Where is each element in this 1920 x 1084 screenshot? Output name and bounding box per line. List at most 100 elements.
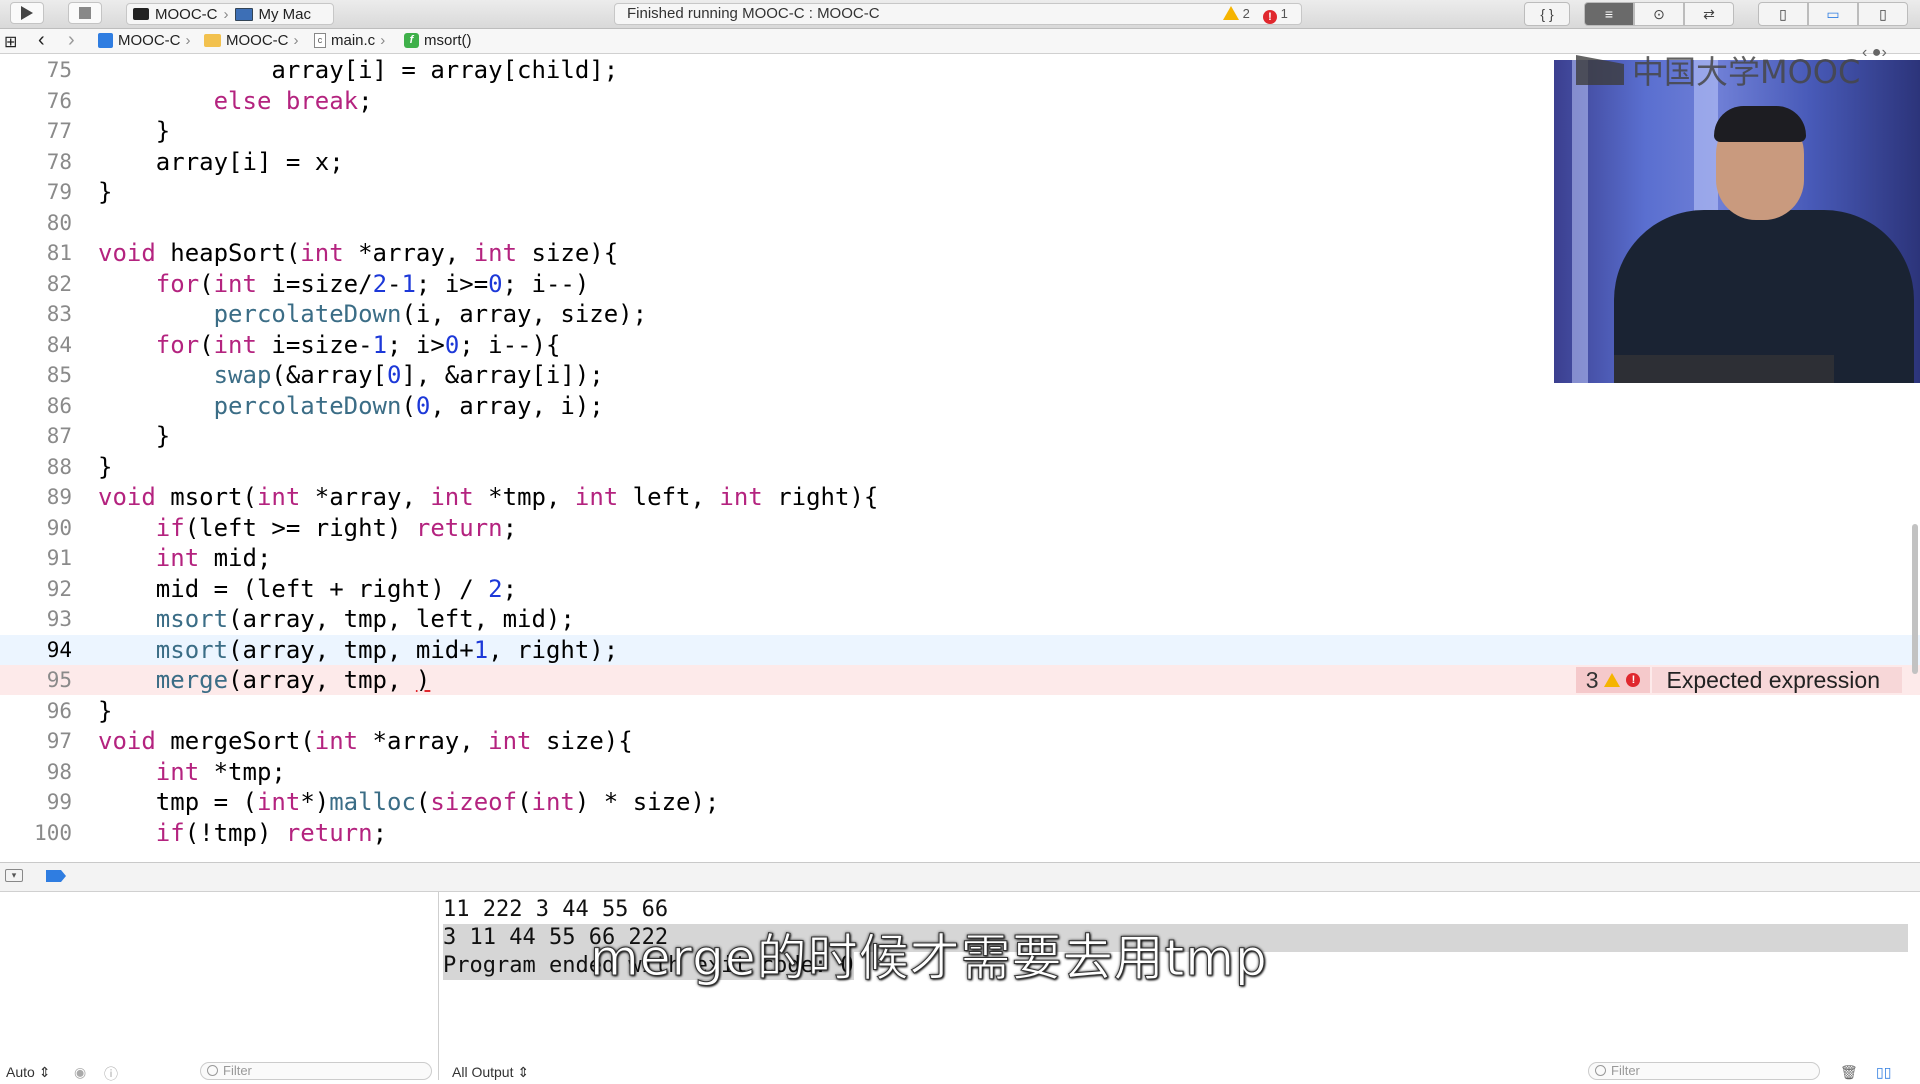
code-line[interactable]: 87 } [0, 421, 1920, 451]
scheme-selector[interactable]: MOOC-C › My Mac [126, 3, 334, 25]
code-text: } [98, 116, 170, 146]
breadcrumb-project[interactable]: MOOC-C › [98, 32, 191, 49]
code-token: void [98, 727, 156, 755]
utilities-toggle[interactable]: ▯ [1858, 2, 1908, 26]
breadcrumb-function[interactable]: f msort() [404, 32, 472, 49]
lines-icon: ≡ [1604, 6, 1614, 22]
run-button[interactable] [10, 2, 44, 24]
editor-scrollbar[interactable] [1912, 524, 1918, 674]
code-token: tmp = ( [98, 788, 257, 816]
warning-count: 2 [1242, 6, 1250, 21]
console-filter-field[interactable]: Filter [1588, 1062, 1820, 1080]
breadcrumb-label: main.c [331, 32, 376, 49]
code-token: 0 [488, 269, 503, 298]
debug-bottom-bar: Auto ⇕ ◉ ⓘ Filter All Output ⇕ Filter 🗑 … [0, 1062, 1920, 1082]
code-line[interactable]: 93 msort(array, tmp, left, mid); [0, 604, 1920, 634]
code-line[interactable]: 94 msort(array, tmp, mid+1, right); [0, 634, 1920, 665]
code-line[interactable]: 95 merge(array, tmp, ) 3! Expected express… [0, 665, 1920, 695]
breadcrumb-separator: › [293, 32, 299, 49]
code-token: ; [502, 574, 518, 603]
split-view-icon[interactable]: ▯▯ [1876, 1064, 1891, 1081]
line-number: 77 [46, 119, 72, 143]
breakpoints-toggle-icon[interactable] [46, 870, 66, 882]
breadcrumb-label: MOOC-C [118, 32, 181, 49]
code-line[interactable]: 92 mid = (left + right) / 2; [0, 574, 1920, 604]
breadcrumb-separator: › [380, 32, 386, 49]
forward-button[interactable]: › [68, 29, 75, 52]
right-panel-icon: ▯ [1879, 5, 1887, 22]
variables-view [0, 892, 439, 1080]
output-select[interactable]: All Output ⇕ [452, 1064, 529, 1081]
trash-icon[interactable]: 🗑 [1840, 1064, 1858, 1081]
code-line[interactable]: 96} [0, 696, 1920, 726]
debug-area-toggle[interactable]: ▭ [1808, 2, 1858, 26]
code-token: msort [155, 605, 229, 633]
code-token: for [155, 330, 200, 359]
line-number: 83 [46, 302, 72, 326]
code-token: size){ [531, 727, 633, 755]
breadcrumb-group[interactable]: MOOC-C › [204, 32, 299, 49]
code-line[interactable]: 100 if(!tmp) return; [0, 818, 1920, 848]
code-token: ( [401, 391, 416, 420]
code-line[interactable]: 90 if(left >= right) return; [0, 513, 1920, 543]
warning-counter[interactable]: 2 [1223, 4, 1250, 24]
code-token: 0 [444, 330, 460, 359]
code-text: percolateDown(i, array, size); [98, 299, 647, 329]
code-token: int [473, 239, 518, 267]
code-token: if [155, 818, 185, 847]
line-number: 86 [46, 393, 72, 418]
info-icon[interactable]: ⓘ [104, 1064, 118, 1084]
code-line[interactable]: 88} [0, 452, 1920, 482]
breadcrumb-file[interactable]: c main.c › [314, 32, 385, 49]
code-line[interactable]: 98 int *tmp; [0, 757, 1920, 787]
code-token: - [387, 269, 402, 298]
lecturer-video [1554, 60, 1920, 383]
inline-issue-banner[interactable]: 3! Expected expression [1575, 667, 1902, 693]
arrows-icon: ⇄ [1703, 5, 1715, 22]
code-line[interactable]: 91 int mid; [0, 543, 1920, 573]
code-line[interactable]: 89 void msort(int *array, int *tmp, int l… [0, 482, 1920, 512]
line-number: 76 [46, 88, 72, 113]
code-text: msort(array, tmp, mid+1, right); [98, 635, 618, 665]
hide-debug-area-button[interactable]: ▾ [5, 869, 23, 882]
stop-button[interactable] [68, 2, 102, 24]
line-number: 99 [46, 790, 72, 814]
code-token: *array, [358, 727, 489, 755]
code-line[interactable]: 86 percolateDown(0, array, i); [0, 391, 1920, 421]
error-icon: ! [1626, 673, 1641, 687]
navigator-toggle[interactable]: ▯ [1758, 2, 1808, 26]
library-button[interactable]: { } [1524, 2, 1570, 26]
error-counter[interactable]: ! 1 [1263, 4, 1288, 24]
issue-navigator-arrows[interactable]: ‹ ●› [1862, 44, 1887, 62]
laptop [1614, 355, 1834, 383]
code-token: (array, tmp, [228, 666, 416, 694]
line-number: 79 [46, 180, 72, 204]
code-text: for(int i=size-1; i>0; i--){ [98, 330, 561, 360]
scheme-device-label: My Mac [258, 5, 312, 23]
code-token: int [155, 544, 200, 572]
related-items-button[interactable]: ⊞ [4, 32, 17, 52]
standard-editor-button[interactable]: ≡ [1584, 2, 1634, 26]
version-editor-button[interactable]: ⇄ [1684, 2, 1734, 26]
braces-icon: { } [1540, 6, 1554, 22]
code-line[interactable]: 97 void mergeSort(int *array, int size){ [0, 726, 1920, 756]
code-token: array[i] = x; [98, 147, 344, 176]
line-number: 85 [46, 363, 72, 387]
issue-count-badge[interactable]: 3! [1575, 667, 1651, 693]
back-button[interactable]: ‹ [38, 29, 45, 52]
code-token: i=size- [256, 330, 373, 359]
code-token: (array, tmp, mid+ [228, 635, 474, 664]
variables-filter-field[interactable]: Filter [200, 1062, 432, 1080]
code-token: ; [358, 86, 373, 115]
code-line[interactable]: 99 tmp = (int*)malloc(sizeof(int) * size… [0, 787, 1920, 817]
code-token: *) [300, 788, 330, 816]
eye-icon[interactable]: ◉ [74, 1064, 86, 1081]
rings-icon: ⊙ [1653, 5, 1665, 22]
assistant-editor-button[interactable]: ⊙ [1634, 2, 1684, 26]
code-text: if(left >= right) return; [98, 513, 517, 543]
auto-select[interactable]: Auto ⇕ [6, 1064, 50, 1081]
